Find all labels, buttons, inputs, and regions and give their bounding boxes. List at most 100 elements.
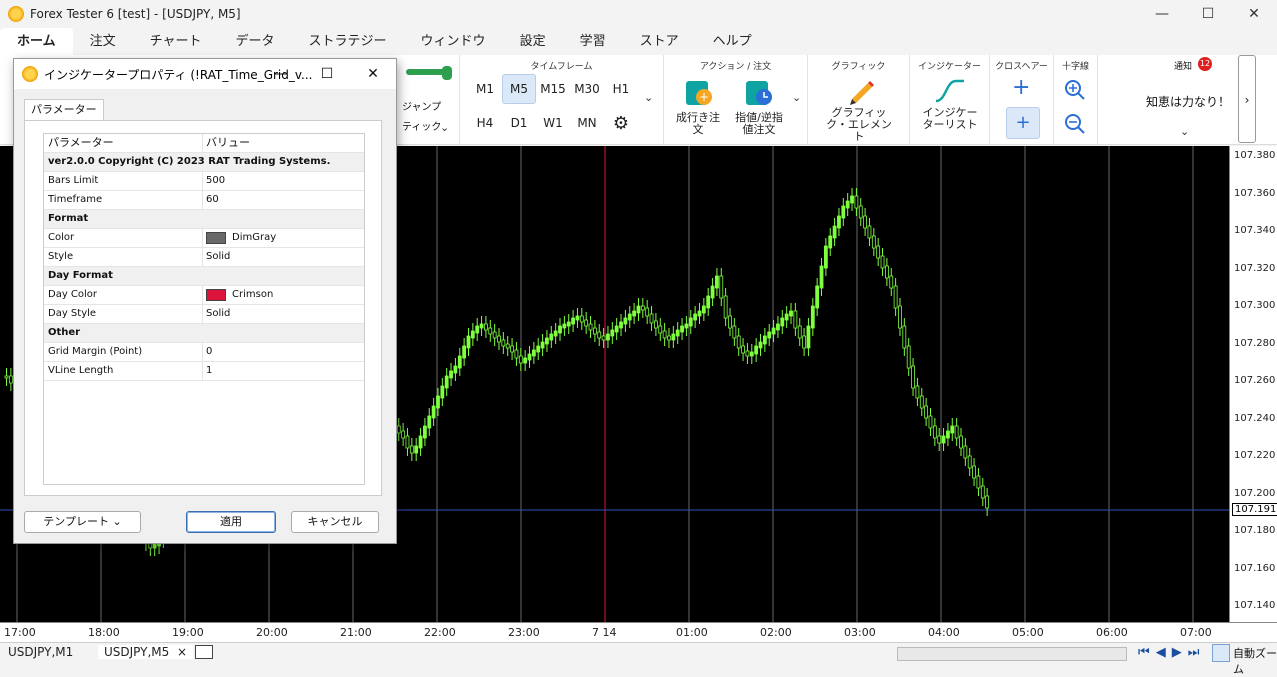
tab-close-icon[interactable]: ×	[177, 645, 187, 659]
zoom-out-icon[interactable]	[1064, 113, 1086, 138]
candle-body	[723, 295, 728, 319]
tf-m30-button[interactable]: M30	[571, 75, 603, 103]
chart-scrollbar[interactable]	[897, 647, 1127, 661]
gear-icon[interactable]: ⚙	[605, 109, 637, 137]
autoscroll-icon[interactable]	[1212, 644, 1230, 662]
tab-usdjpy-m1[interactable]: USDJPY,M1	[8, 645, 73, 659]
param-value[interactable]: 60	[206, 191, 219, 209]
candle-body	[959, 435, 963, 449]
speed-slider-thumb[interactable]	[442, 66, 452, 80]
param-row-style[interactable]: Style Solid	[44, 248, 364, 267]
param-value[interactable]: 1	[206, 362, 212, 380]
candle-body	[954, 425, 959, 439]
graphic-group-label: グラフィック	[831, 62, 886, 72]
market-order-icon[interactable]: +	[684, 79, 714, 109]
menu-learning[interactable]: 学習	[563, 28, 623, 55]
chevron-down-icon[interactable]: ⌄	[644, 91, 653, 104]
param-row-bars-limit[interactable]: Bars Limit 500	[44, 172, 364, 191]
param-row-vline-length[interactable]: VLine Length 1	[44, 362, 364, 381]
param-value[interactable]: DimGray	[232, 229, 276, 247]
cancel-button[interactable]: キャンセル	[291, 511, 379, 533]
menu-settings[interactable]: 設定	[503, 28, 563, 55]
graphic-elements-button[interactable]: グラフィック・エレメント	[824, 107, 894, 143]
ribbon-zoom-group: 十字線	[1054, 55, 1098, 145]
notify-badge[interactable]: 12	[1198, 57, 1212, 71]
chevron-down-icon[interactable]: ⌄	[440, 121, 449, 134]
tf-w1-button[interactable]: W1	[537, 109, 569, 137]
tf-m15-button[interactable]: M15	[537, 75, 569, 103]
candle-body	[662, 330, 667, 339]
time-axis[interactable]: 17:00 18:00 19:00 20:00 21:00 22:00 23:00 7 14 0…	[0, 622, 1277, 642]
tf-h4-button[interactable]: H4	[469, 109, 501, 137]
candle-body	[863, 215, 868, 229]
tf-m5-button[interactable]: M5	[502, 74, 536, 104]
zoom-mode-label[interactable]: 自動ズーム	[1233, 645, 1277, 677]
tf-mn-button[interactable]: MN	[571, 109, 603, 137]
candle-body	[841, 205, 846, 219]
param-value[interactable]: Solid	[206, 248, 230, 266]
indicator-group-label: インジケーター	[917, 62, 981, 72]
crosshair-mode-icon[interactable]: +	[1006, 107, 1040, 139]
candle-body	[553, 330, 558, 337]
dialog-minimize-button[interactable]: —	[258, 59, 304, 89]
parameter-grid: パラメーター バリュー ver2.0.0 Copyright (C) 2023 …	[43, 133, 365, 485]
color-swatch[interactable]	[206, 232, 226, 244]
nav-arrows-icon[interactable]: ⏮◀▶⏭	[1138, 645, 1205, 660]
param-value[interactable]: 500	[206, 172, 225, 190]
indicator-list-button[interactable]: インジケーターリスト	[918, 107, 982, 131]
chevron-down-icon[interactable]: ⌄	[792, 91, 801, 104]
crosshair-icon[interactable]: +	[1012, 77, 1030, 99]
ribbon-scroll-right-button[interactable]: ›	[1238, 55, 1256, 143]
menu-chart[interactable]: チャート	[133, 28, 219, 55]
candle-body	[732, 325, 737, 339]
menu-strategy[interactable]: ストラテジー	[292, 28, 404, 55]
pencil-icon[interactable]	[846, 75, 876, 108]
tf-d1-button[interactable]: D1	[503, 109, 535, 137]
apply-button[interactable]: 適用	[186, 511, 276, 533]
price-axis[interactable]: 107.380 107.360 107.340 107.320 107.300 107.2…	[1229, 146, 1277, 622]
candle-body	[758, 341, 763, 349]
tab-usdjpy-m5[interactable]: USDJPY,M5 ×	[98, 645, 193, 659]
param-row-day-color[interactable]: Day Color Crimson	[44, 286, 364, 305]
menu-home[interactable]: ホーム	[0, 28, 73, 55]
param-row-day-style[interactable]: Day Style Solid	[44, 305, 364, 324]
chevron-down-icon[interactable]: ⌄	[1180, 125, 1189, 138]
tf-h1-button[interactable]: H1	[605, 75, 637, 103]
param-row-grid-margin[interactable]: Grid Margin (Point) 0	[44, 343, 364, 362]
tab-parameters[interactable]: パラメーター	[24, 99, 104, 121]
candle-body	[449, 370, 453, 379]
market-order-button[interactable]: 成行き注文	[672, 112, 724, 136]
dialog-close-button[interactable]: ✕	[350, 59, 396, 89]
param-value[interactable]: 0	[206, 343, 212, 361]
menu-data[interactable]: データ	[219, 28, 292, 55]
candle-body	[418, 435, 423, 449]
close-button[interactable]: ✕	[1231, 0, 1277, 28]
maximize-button[interactable]: ☐	[1185, 0, 1231, 28]
candle-body	[588, 323, 593, 331]
zoom-in-icon[interactable]	[1064, 79, 1086, 104]
limit-order-button[interactable]: 指値/逆指値注文	[730, 112, 788, 136]
tile-windows-icon[interactable]	[195, 645, 213, 659]
candle-body	[793, 310, 798, 329]
tick-label[interactable]: ティック	[402, 118, 441, 133]
candle-body	[980, 485, 985, 499]
jump-label[interactable]: ジャンプ	[402, 98, 441, 113]
param-value[interactable]: Crimson	[232, 286, 273, 304]
indicator-curve-icon[interactable]	[934, 75, 966, 108]
menu-store[interactable]: ストア	[623, 28, 696, 55]
menu-help[interactable]: ヘルプ	[696, 28, 769, 55]
price-label: 107.240	[1234, 412, 1276, 424]
param-row-timeframe[interactable]: Timeframe 60	[44, 191, 364, 210]
template-button[interactable]: テンプレート ⌄	[24, 511, 141, 533]
dialog-maximize-button[interactable]: ☐	[304, 59, 350, 89]
limit-order-icon[interactable]	[744, 79, 774, 109]
menu-window[interactable]: ウィンドウ	[404, 28, 503, 55]
candle-body	[889, 275, 894, 289]
price-label: 107.180	[1234, 525, 1276, 536]
color-swatch[interactable]	[206, 289, 226, 301]
menu-order[interactable]: 注文	[73, 28, 133, 55]
tf-m1-button[interactable]: M1	[469, 75, 501, 103]
param-value[interactable]: Solid	[206, 305, 230, 323]
minimize-button[interactable]: —	[1139, 0, 1185, 28]
param-row-color[interactable]: Color DimGray	[44, 229, 364, 248]
